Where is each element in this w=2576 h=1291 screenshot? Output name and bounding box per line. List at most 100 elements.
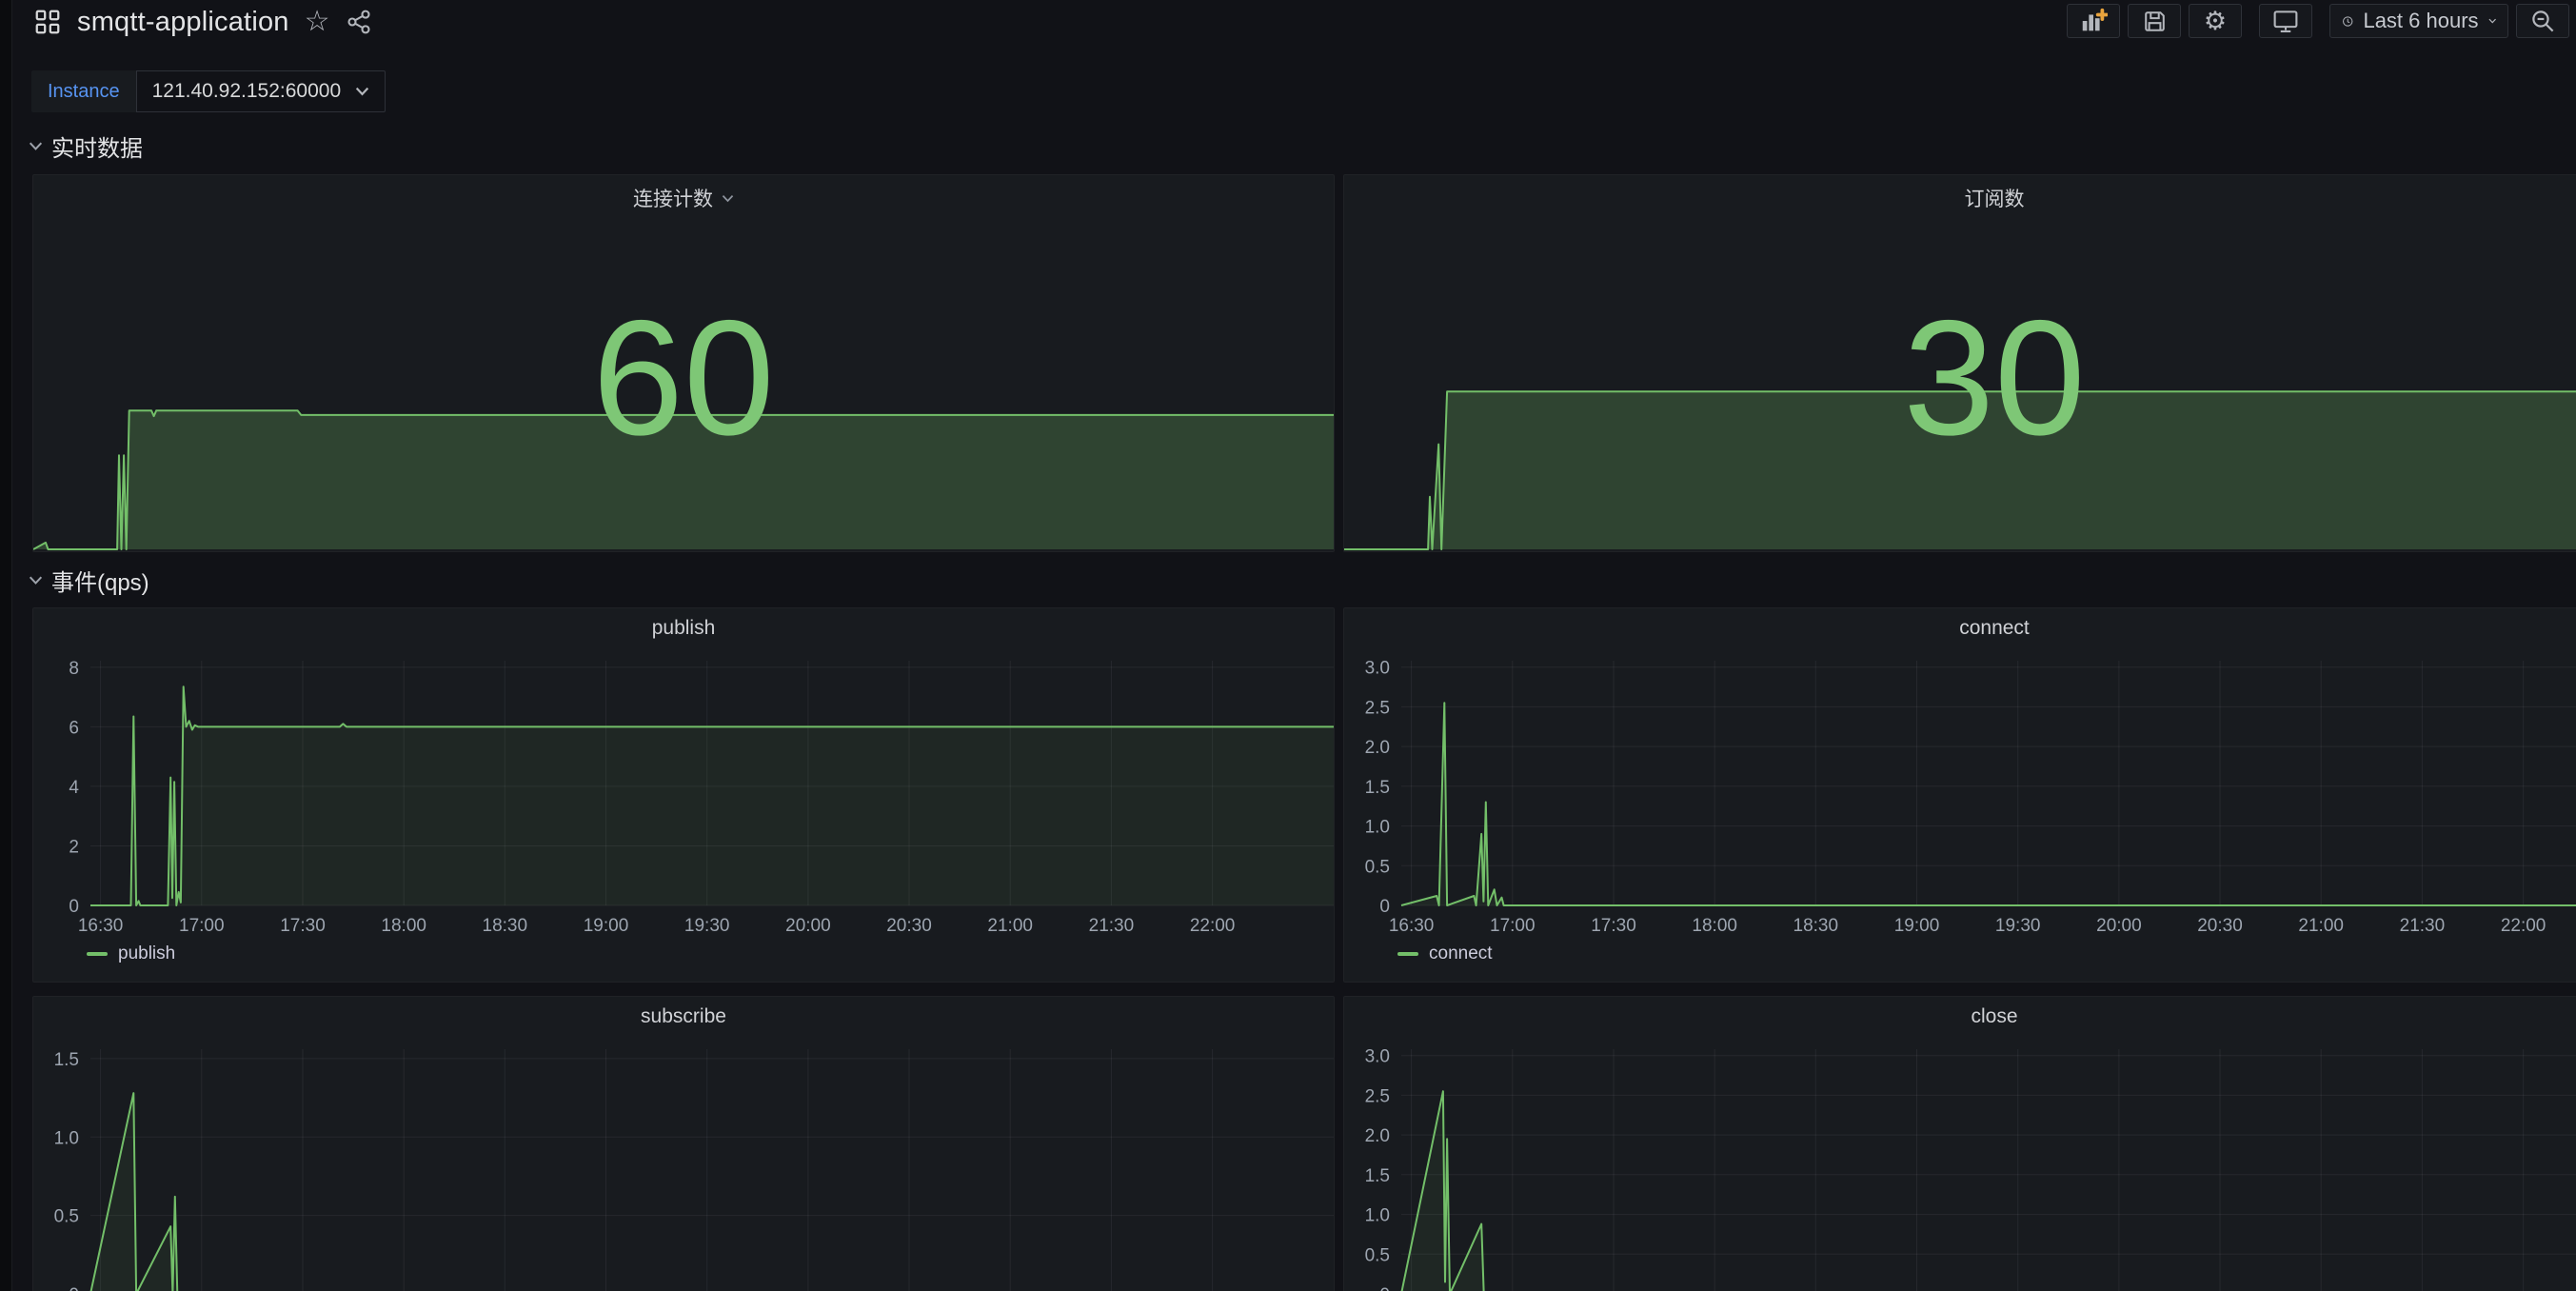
star-icon[interactable]: ☆ bbox=[305, 8, 330, 36]
svg-text:2.5: 2.5 bbox=[1365, 1086, 1390, 1106]
svg-text:1.5: 1.5 bbox=[1365, 778, 1390, 798]
svg-text:19:30: 19:30 bbox=[684, 916, 730, 936]
svg-text:20:30: 20:30 bbox=[886, 916, 932, 936]
svg-text:21:00: 21:00 bbox=[987, 916, 1033, 936]
chevron-down-icon bbox=[356, 87, 369, 96]
share-icon[interactable] bbox=[346, 9, 372, 35]
apps-grid-icon[interactable] bbox=[33, 8, 62, 36]
variable-row: Instance 121.40.92.152:60000 bbox=[31, 70, 386, 112]
top-navbar: smqtt-application ☆ ⚙ Last 6 hours bbox=[12, 0, 2576, 44]
subscribe-chart[interactable]: 16:3017:0017:3018:0018:3019:0019:3020:00… bbox=[33, 997, 1334, 1291]
svg-text:2: 2 bbox=[69, 838, 79, 858]
svg-text:16:30: 16:30 bbox=[78, 916, 124, 936]
section-title: 实时数据 bbox=[51, 135, 143, 162]
zoom-out-button[interactable] bbox=[2516, 4, 2569, 38]
panel-title-subscribe[interactable]: subscribe bbox=[33, 1005, 1334, 1028]
side-menu-edge bbox=[0, 0, 12, 1291]
panel-title-close[interactable]: close bbox=[1344, 1005, 2576, 1028]
svg-text:3.0: 3.0 bbox=[1365, 659, 1390, 679]
svg-text:22:00: 22:00 bbox=[1190, 916, 1236, 936]
zoom-out-icon bbox=[2531, 10, 2553, 31]
svg-text:19:30: 19:30 bbox=[1995, 916, 2041, 936]
svg-text:0.5: 0.5 bbox=[54, 1207, 79, 1227]
svg-text:17:30: 17:30 bbox=[280, 916, 326, 936]
close-chart[interactable]: 16:3017:0017:3018:0018:3019:0019:3020:00… bbox=[1344, 997, 2576, 1291]
svg-text:21:30: 21:30 bbox=[1089, 916, 1135, 936]
add-panel-button[interactable] bbox=[2067, 4, 2120, 38]
panel-subscription-count: 订阅数 30 bbox=[1343, 174, 2576, 552]
panel-title-subscription-count[interactable]: 订阅数 bbox=[1344, 184, 2576, 212]
section-title: 事件(qps) bbox=[51, 569, 149, 596]
chevron-down-icon bbox=[29, 575, 43, 586]
svg-text:18:30: 18:30 bbox=[483, 916, 528, 936]
grafana-dashboard: smqtt-application ☆ ⚙ Last 6 hours Insta… bbox=[0, 0, 2576, 1291]
svg-text:0: 0 bbox=[1379, 1285, 1390, 1291]
legend-color-swatch bbox=[87, 952, 108, 956]
svg-text:0: 0 bbox=[69, 1285, 79, 1291]
svg-text:17:00: 17:00 bbox=[179, 916, 225, 936]
subscription-count-value: 30 bbox=[1903, 287, 2086, 470]
svg-text:0.5: 0.5 bbox=[1365, 857, 1390, 877]
panel-title-connect[interactable]: connect bbox=[1344, 617, 2576, 640]
svg-text:2.0: 2.0 bbox=[1365, 738, 1390, 758]
svg-text:0: 0 bbox=[1379, 897, 1390, 917]
legend-connect[interactable]: connect bbox=[1397, 943, 1493, 964]
legend-color-swatch bbox=[1397, 952, 1418, 956]
connect-chart[interactable]: 16:30 17:00 17:30 18:00 18:30 19:00 19:30 20:00… bbox=[1344, 608, 2576, 982]
svg-text:18:30: 18:30 bbox=[1793, 916, 1839, 936]
connection-count-value: 60 bbox=[592, 287, 775, 470]
panel-connection-count: 连接计数 60 bbox=[32, 174, 1335, 552]
svg-text:19:00: 19:00 bbox=[584, 916, 629, 936]
svg-text:2.5: 2.5 bbox=[1365, 698, 1390, 718]
svg-text:4: 4 bbox=[69, 778, 79, 798]
svg-text:1.0: 1.0 bbox=[54, 1128, 79, 1148]
instance-variable-dropdown[interactable]: 121.40.92.152:60000 bbox=[135, 70, 386, 112]
gear-icon: ⚙ bbox=[2203, 6, 2228, 35]
navbar-toolbar: ⚙ Last 6 hours bbox=[2067, 4, 2576, 38]
legend-label: connect bbox=[1429, 943, 1493, 963]
svg-text:20:30: 20:30 bbox=[2197, 916, 2243, 936]
svg-text:17:00: 17:00 bbox=[1490, 916, 1536, 936]
svg-text:17:30: 17:30 bbox=[1591, 916, 1636, 936]
svg-text:1.5: 1.5 bbox=[54, 1050, 79, 1070]
variable-label: Instance bbox=[31, 70, 136, 112]
svg-text:18:00: 18:00 bbox=[381, 916, 426, 936]
panel-menu-caret-icon bbox=[722, 194, 734, 202]
chevron-down-icon bbox=[2488, 18, 2496, 24]
panel-title-connection-count[interactable]: 连接计数 bbox=[33, 184, 1334, 212]
svg-text:18:00: 18:00 bbox=[1692, 916, 1737, 936]
save-dashboard-button[interactable] bbox=[2128, 4, 2181, 38]
svg-text:20:00: 20:00 bbox=[2096, 916, 2142, 936]
legend-publish[interactable]: publish bbox=[87, 943, 175, 964]
svg-text:22:00: 22:00 bbox=[2501, 916, 2546, 936]
clock-icon bbox=[2343, 15, 2353, 27]
svg-text:1.0: 1.0 bbox=[1365, 818, 1390, 838]
svg-text:6: 6 bbox=[69, 718, 79, 738]
publish-chart[interactable]: 16:30 17:00 17:30 18:00 18:30 19:00 19:30 20:00… bbox=[33, 608, 1334, 982]
panel-publish: publish 16:30 17:00 17:30 18:00 18:30 19:00 19… bbox=[32, 607, 1335, 983]
svg-text:1.0: 1.0 bbox=[1365, 1206, 1390, 1226]
dashboard-settings-button[interactable]: ⚙ bbox=[2189, 4, 2242, 38]
svg-text:3.0: 3.0 bbox=[1365, 1047, 1390, 1067]
svg-text:20:00: 20:00 bbox=[785, 916, 831, 936]
svg-text:19:00: 19:00 bbox=[1894, 916, 1940, 936]
svg-text:0: 0 bbox=[69, 897, 79, 917]
svg-text:21:00: 21:00 bbox=[2298, 916, 2344, 936]
dashboard-title[interactable]: smqtt-application bbox=[77, 7, 289, 38]
tv-mode-button[interactable] bbox=[2259, 4, 2312, 38]
time-range-label: Last 6 hours bbox=[2363, 9, 2479, 32]
section-header-realtime[interactable]: 实时数据 bbox=[29, 131, 143, 162]
svg-text:0.5: 0.5 bbox=[1365, 1245, 1390, 1265]
time-range-picker[interactable]: Last 6 hours bbox=[2329, 4, 2508, 38]
chevron-down-icon bbox=[29, 141, 43, 151]
legend-label: publish bbox=[118, 943, 176, 963]
panel-title-publish[interactable]: publish bbox=[33, 617, 1334, 640]
svg-text:1.5: 1.5 bbox=[1365, 1166, 1390, 1186]
svg-text:16:30: 16:30 bbox=[1389, 916, 1435, 936]
panel-connect: connect 16:30 17:00 17:30 18:00 18:30 19:00 19… bbox=[1343, 607, 2576, 983]
panel-close: close 16:3017:0017:3018:0018:3019:0019:3… bbox=[1343, 996, 2576, 1291]
svg-text:21:30: 21:30 bbox=[2400, 916, 2446, 936]
instance-variable-value: 121.40.92.152:60000 bbox=[151, 80, 342, 102]
svg-text:8: 8 bbox=[69, 659, 79, 679]
section-header-events[interactable]: 事件(qps) bbox=[29, 566, 149, 596]
